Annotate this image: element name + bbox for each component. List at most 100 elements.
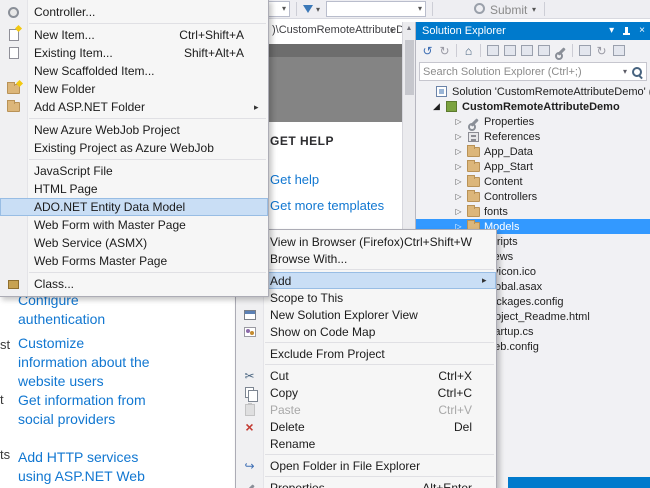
tree-item-content[interactable]: ▷ Content bbox=[416, 174, 650, 189]
menu-item-controller[interactable]: Controller... bbox=[0, 3, 268, 21]
expanded-arrow-icon[interactable]: ◢ bbox=[430, 101, 443, 112]
chevron-down-icon[interactable]: ▾ bbox=[532, 6, 536, 14]
tree-item-solution-customremoteattributedemo-1-proje[interactable]: Solution 'CustomRemoteAttributeDemo' (1 … bbox=[416, 84, 650, 99]
scrollbar-up-icon[interactable]: ▲ bbox=[403, 22, 415, 35]
forward-button[interactable]: ↻ bbox=[437, 43, 452, 59]
menu-item-show-on-code-map[interactable]: Show on Code Map bbox=[236, 323, 496, 340]
menu-item-browse-with[interactable]: Browse With... bbox=[236, 250, 496, 267]
existing-item-icon bbox=[0, 47, 27, 59]
collapse-all-button[interactable] bbox=[519, 43, 534, 59]
menu-item-javascript-file[interactable]: JavaScript File bbox=[0, 162, 268, 180]
menu-item-add[interactable]: Add ▸ bbox=[236, 272, 496, 289]
menu-item-new-item[interactable]: New Item... Ctrl+Shift+A bbox=[0, 26, 268, 44]
menu-item-label: Open Folder in File Explorer bbox=[270, 458, 421, 473]
search-icon[interactable] bbox=[631, 66, 643, 78]
menu-item-exclude-from-project[interactable]: Exclude From Project bbox=[236, 345, 496, 362]
menu-item-properties[interactable]: Properties Alt+Enter bbox=[236, 479, 496, 488]
page-link-3[interactable]: Get information from social providers bbox=[18, 391, 150, 429]
menu-item-delete[interactable]: × Delete Del bbox=[236, 418, 496, 435]
menu-item-web-service-asmx[interactable]: Web Service (ASMX) bbox=[0, 234, 268, 252]
menu-item-label: ADO.NET Entity Data Model bbox=[34, 200, 186, 214]
menu-item-cut[interactable]: ✂ Cut Ctrl+X bbox=[236, 367, 496, 384]
menu-item-ado-net-entity-data-model[interactable]: ADO.NET Entity Data Model bbox=[0, 198, 268, 216]
page-link-2[interactable]: Customize information about the website … bbox=[18, 334, 150, 391]
tree-item-customremoteattributedemo[interactable]: ◢ CustomRemoteAttributeDemo bbox=[416, 99, 650, 114]
toolbar-separator bbox=[480, 44, 481, 57]
collapsed-arrow-icon[interactable]: ▷ bbox=[452, 177, 465, 186]
menu-item-copy[interactable]: Copy Ctrl+C bbox=[236, 384, 496, 402]
menu-item-existing-project-as-azure-webjob[interactable]: Existing Project as Azure WebJob bbox=[0, 139, 268, 157]
collapsed-arrow-icon[interactable]: ▷ bbox=[452, 192, 465, 201]
folder-icon bbox=[467, 144, 480, 157]
tree-item-app-start[interactable]: ▷ App_Start bbox=[416, 159, 650, 174]
chevron-down-icon[interactable]: ▾ bbox=[316, 6, 320, 14]
pending-changes-filter-icon bbox=[537, 45, 550, 56]
get-help-link[interactable]: Get help bbox=[270, 172, 319, 187]
collapsed-arrow-icon[interactable]: ▷ bbox=[452, 207, 465, 216]
collapsed-arrow-icon[interactable]: ▷ bbox=[452, 162, 465, 171]
show-all-files-button[interactable] bbox=[577, 43, 592, 59]
collapsed-arrow-icon[interactable]: ▷ bbox=[452, 132, 465, 141]
search-input[interactable] bbox=[423, 65, 619, 78]
switch-views-button[interactable] bbox=[485, 43, 500, 59]
menu-item-web-forms-master-page[interactable]: Web Forms Master Page bbox=[0, 252, 268, 270]
menu-item-new-azure-webjob-project[interactable]: New Azure WebJob Project bbox=[0, 121, 268, 139]
solution-explorer-titlebar[interactable]: Solution Explorer ▾ × bbox=[416, 22, 650, 40]
menu-item-scope-to-this[interactable]: Scope to This bbox=[236, 289, 496, 306]
tree-item-controllers[interactable]: ▷ Controllers bbox=[416, 189, 650, 204]
sync-with-active-document-icon bbox=[503, 45, 516, 56]
collapse-all-icon bbox=[520, 45, 533, 56]
pin-icon[interactable] bbox=[622, 26, 631, 37]
tree-item-app-data[interactable]: ▷ App_Data bbox=[416, 144, 650, 159]
toolbar-combobox-2[interactable]: ▾ bbox=[326, 1, 426, 17]
menu-item-label: Exclude From Project bbox=[270, 346, 385, 361]
menu-item-new-folder[interactable]: New Folder bbox=[0, 80, 268, 98]
menu-separator bbox=[265, 269, 494, 270]
menu-item-label: New Item... bbox=[34, 28, 95, 42]
tree-item-references[interactable]: ▷ References bbox=[416, 129, 650, 144]
menu-item-label: Controller... bbox=[34, 5, 96, 19]
menu-item-rename[interactable]: Rename bbox=[236, 435, 496, 452]
pending-changes-filter-button[interactable] bbox=[536, 43, 551, 59]
menu-item-new-scaffolded-item[interactable]: New Scaffolded Item... bbox=[0, 62, 268, 80]
collapsed-arrow-icon[interactable]: ▷ bbox=[452, 117, 465, 126]
properties-wrench-button[interactable] bbox=[553, 43, 568, 60]
get-more-templates-link[interactable]: Get more templates bbox=[270, 198, 384, 213]
menu-item-open-folder-in-file-explorer[interactable]: ↪ Open Folder in File Explorer bbox=[236, 457, 496, 474]
menu-item-existing-item[interactable]: Existing Item... Shift+Alt+A bbox=[0, 44, 268, 62]
preview-selected-items-button[interactable] bbox=[611, 43, 626, 59]
home-button[interactable]: ⌂ bbox=[461, 43, 476, 59]
refresh-button[interactable]: ↻ bbox=[594, 43, 609, 59]
menu-item-shortcut: Ctrl+Shift+A bbox=[179, 28, 244, 42]
back-button[interactable]: ↺ bbox=[420, 43, 435, 59]
close-icon[interactable]: × bbox=[639, 26, 645, 36]
properties-wrench-icon bbox=[465, 116, 482, 131]
delete-icon: × bbox=[236, 420, 263, 434]
menu-item-html-page[interactable]: HTML Page bbox=[0, 180, 268, 198]
scrollbar-thumb[interactable] bbox=[405, 40, 414, 95]
tree-item-fonts[interactable]: ▷ fonts bbox=[416, 204, 650, 219]
window-position-icon[interactable]: ▾ bbox=[609, 26, 614, 36]
page-link-4[interactable]: Add HTTP services using ASP.NET Web API bbox=[18, 448, 150, 488]
properties-wrench-icon bbox=[554, 45, 567, 60]
menu-item-new-solution-explorer-view[interactable]: New Solution Explorer View bbox=[236, 306, 496, 323]
delete-icon: × bbox=[245, 418, 254, 435]
submenu-arrow-icon: ▸ bbox=[254, 101, 259, 112]
flask-icon[interactable] bbox=[303, 5, 313, 13]
sync-with-active-document-button[interactable] bbox=[502, 43, 517, 59]
menu-item-class[interactable]: Class... bbox=[0, 275, 268, 293]
tree-item-properties[interactable]: ▷ Properties bbox=[416, 114, 650, 131]
chevron-down-icon[interactable]: ▾ bbox=[390, 27, 394, 35]
tree-item-label: App_Data bbox=[484, 145, 533, 158]
editor-scrollbar[interactable]: ▲ bbox=[402, 22, 415, 229]
titlebar-icons: ▾ × bbox=[609, 26, 645, 37]
menu-item-web-form-with-master-page[interactable]: Web Form with Master Page bbox=[0, 216, 268, 234]
menu-item-add-asp-net-folder[interactable]: Add ASP.NET Folder ▸ bbox=[0, 98, 268, 116]
submit-button[interactable]: Submit bbox=[490, 3, 527, 17]
chevron-down-icon[interactable]: ▾ bbox=[619, 67, 631, 76]
tree-item-label: Project_Readme.html bbox=[484, 310, 590, 323]
menu-item-view-in-browser-firefox[interactable]: View in Browser (Firefox) Ctrl+Shift+W bbox=[236, 233, 496, 250]
folder-icon bbox=[467, 189, 480, 202]
menu-item-paste[interactable]: Paste Ctrl+V bbox=[236, 401, 496, 418]
collapsed-arrow-icon[interactable]: ▷ bbox=[452, 147, 465, 156]
